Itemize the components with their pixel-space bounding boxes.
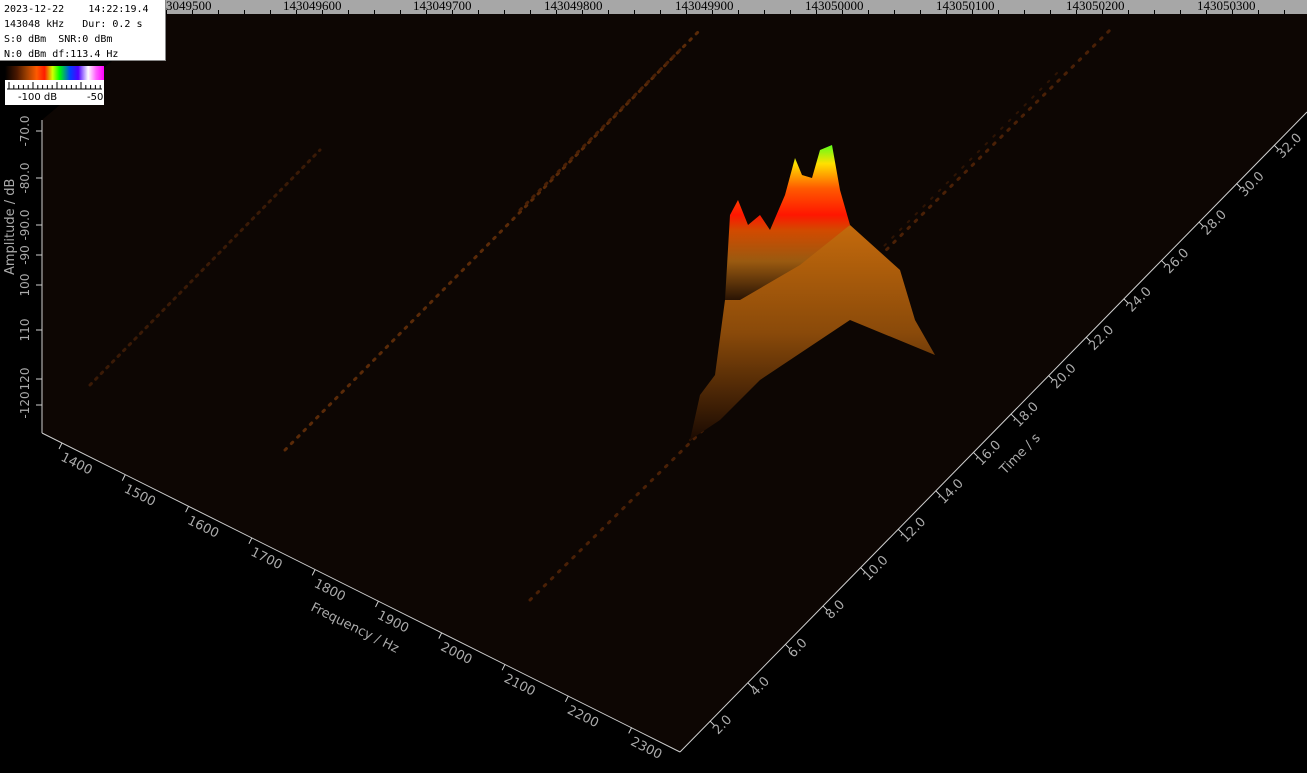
ruler-tick — [842, 10, 843, 14]
ruler-tick — [296, 10, 297, 14]
ruler-tick — [634, 10, 635, 14]
ruler-label: 143050200 — [1066, 0, 1125, 13]
ruler-tick — [1180, 10, 1181, 14]
frequency-tick — [311, 569, 316, 576]
ruler-tick — [608, 10, 609, 14]
ruler-tick — [972, 10, 973, 14]
ruler-tick — [1076, 10, 1077, 14]
ruler-tick — [452, 10, 453, 14]
frequency-tick — [375, 600, 379, 608]
frequency-tick — [438, 632, 443, 639]
amplitude-tick-label: 110 — [18, 319, 32, 342]
ruler-tick — [738, 10, 739, 14]
color-scale-legend: -100 dB -50 — [5, 66, 104, 105]
ruler-tick — [582, 10, 583, 14]
frequency-tick — [121, 474, 126, 481]
info-row-datetime: 2023-12-22 14:22:19.4 — [4, 2, 165, 17]
info-row-signal: S:0 dBm SNR:0 dBm — [4, 32, 165, 47]
ruler-tick — [998, 10, 999, 14]
ruler-label: 143049700 — [413, 0, 472, 13]
frequency-tick — [248, 537, 253, 545]
amplitude-tick-label: -90.0 — [18, 209, 32, 240]
ruler-tick — [1024, 10, 1025, 14]
amplitude-tick-label: -120 — [18, 391, 32, 418]
color-gradient — [5, 66, 104, 80]
ruler-tick — [868, 10, 869, 14]
info-time: 14:22:19.4 — [88, 4, 149, 15]
info-signal: S:0 dBm — [4, 34, 47, 45]
ruler-label: 143049900 — [675, 0, 734, 13]
amplitude-axis: -70.0 -80.0 -90.0 -90 100 110 120-120 — [18, 115, 42, 419]
ruler-tick — [660, 10, 661, 14]
ruler-tick — [244, 10, 245, 14]
info-noise: N:0 dBm — [4, 49, 47, 60]
ruler-tick — [1206, 10, 1207, 14]
ruler-tick — [1128, 10, 1129, 14]
ruler-tick — [1154, 10, 1155, 14]
frequency-tick — [628, 727, 633, 734]
info-center-freq: 143048 kHz — [4, 19, 65, 30]
ruler-label: 143049600 — [283, 0, 342, 13]
waterfall-3d-plot[interactable]: -70.0-80.0-90.0-90100110120-120 14001500… — [0, 0, 1307, 773]
floor-plane — [42, 14, 1307, 752]
amplitude-tick-label: -70.0 — [18, 115, 32, 146]
color-scale-max: -50 — [87, 92, 104, 103]
ruler-tick — [894, 10, 895, 14]
info-row-freq: 143048 kHz Dur: 0.2 s — [4, 17, 165, 32]
ruler-tick — [712, 10, 713, 14]
info-duration: Dur: 0.2 s — [82, 19, 143, 30]
ruler-tick — [218, 10, 219, 14]
frequency-tick — [58, 442, 63, 450]
info-snr: SNR:0 dBm — [58, 34, 113, 45]
ruler-tick — [764, 10, 765, 14]
ruler-tick — [504, 10, 505, 14]
ruler-tick — [816, 10, 817, 14]
ruler-label: 3049500 — [166, 0, 212, 13]
ruler-tick — [530, 10, 531, 14]
ruler-tick — [322, 10, 323, 14]
ruler-tick — [1232, 10, 1233, 14]
frequency-axis-label: Frequency / Hz — [308, 600, 401, 657]
ruler-tick — [348, 10, 349, 14]
amplitude-axis-label: Amplitude / dB — [3, 179, 18, 275]
color-scale-min: -100 dB — [18, 92, 58, 103]
ruler-label: 143050000 — [805, 0, 864, 13]
amplitude-tick-label: 100 — [18, 274, 32, 297]
ruler-tick — [270, 10, 271, 14]
ruler-tick — [426, 10, 427, 14]
ruler-tick — [400, 10, 401, 14]
amplitude-tick-label: 120 — [18, 368, 32, 391]
info-box: 2023-12-22 14:22:19.4 143048 kHz Dur: 0.… — [0, 0, 166, 61]
frequency-tick — [501, 663, 506, 671]
ruler-label: 143050100 — [936, 0, 995, 13]
info-date: 2023-12-22 — [4, 4, 65, 15]
frequency-tick — [185, 505, 190, 513]
ruler-tick — [920, 10, 921, 14]
ruler-label: 143049800 — [544, 0, 603, 13]
ruler-tick — [946, 10, 947, 14]
frequency-tick — [564, 695, 569, 703]
ruler-tick — [1050, 10, 1051, 14]
frequency-ruler[interactable]: 3049500 143049600 143049700 143049800 143049… — [0, 0, 1307, 14]
ruler-tick — [686, 10, 687, 14]
ruler-tick — [166, 10, 167, 14]
info-df: df:113.4 Hz — [52, 49, 119, 60]
ruler-tick — [1284, 10, 1285, 14]
amplitude-tick-label: -90 — [18, 245, 32, 265]
ruler-tick — [1102, 10, 1103, 14]
ruler-tick — [192, 10, 193, 14]
ruler-tick — [478, 10, 479, 14]
ruler-tick — [1258, 10, 1259, 14]
ruler-tick — [790, 10, 791, 14]
color-scale-ticks — [7, 82, 102, 90]
info-row-noise: N:0 dBm df:113.4 Hz — [4, 47, 165, 62]
ruler-tick — [556, 10, 557, 14]
amplitude-tick-label: -80.0 — [18, 162, 32, 193]
time-axis-label: Time / s — [996, 431, 1043, 479]
ruler-tick — [374, 10, 375, 14]
